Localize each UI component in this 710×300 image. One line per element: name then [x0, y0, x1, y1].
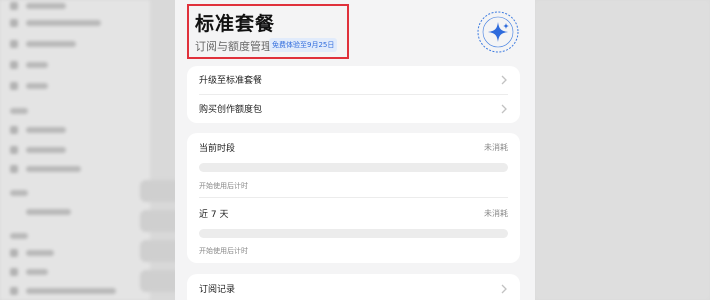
background-sidebar-section — [10, 108, 28, 114]
subscription-records-label: 订阅记录 — [199, 285, 236, 295]
background-card — [140, 270, 180, 292]
background-sidebar-icon — [10, 287, 18, 295]
background-sidebar-item — [26, 269, 48, 275]
background-right-pane — [535, 0, 710, 300]
background-sidebar-icon — [10, 61, 18, 69]
background-sidebar-icon — [10, 19, 18, 27]
background-sidebar-icon — [10, 126, 18, 134]
background-sidebar-icon — [10, 268, 18, 276]
background-sidebar-section — [10, 190, 28, 196]
panel-header: 标准套餐 订阅与额度管理 免费体验至9月25日 — [175, 0, 535, 64]
background-sidebar-item — [26, 127, 66, 133]
subscription-records-row[interactable]: 订阅记录 — [187, 274, 520, 300]
background-sidebar-icon — [10, 82, 18, 90]
background-sidebar-section — [10, 233, 28, 239]
usage-period-label: 当前时段 — [199, 144, 236, 154]
plan-seal-icon — [477, 11, 519, 53]
trial-badge: 免费体验至9月25日 — [269, 38, 338, 52]
background-sidebar-item — [26, 250, 54, 256]
background-sidebar-icon — [10, 249, 18, 257]
plan-subtitle: 订阅与额度管理 — [195, 40, 272, 53]
background-sidebar-icon — [10, 2, 18, 10]
background-sidebar-item — [26, 288, 116, 294]
divider — [199, 197, 508, 198]
background-sidebar-item — [26, 3, 66, 9]
usage-progress-bar — [199, 229, 508, 238]
usage-card: 当前时段 未消耗 开始使用后计时 近 7 天 未消耗 开始使用后计时 — [187, 133, 520, 263]
usage-note: 开始使用后计时 — [199, 182, 248, 190]
usage-note: 开始使用后计时 — [199, 247, 248, 255]
background-sidebar-item — [26, 147, 66, 153]
usage-status: 未消耗 — [484, 209, 508, 218]
menu-card: 升级至标准套餐 购买创作额度包 — [187, 66, 520, 123]
chevron-right-icon — [501, 284, 507, 294]
background-sidebar — [0, 0, 150, 300]
usage-status: 未消耗 — [484, 143, 508, 152]
background-sidebar-item — [26, 83, 48, 89]
background-card — [140, 180, 180, 202]
plan-title: 标准套餐 — [195, 13, 276, 35]
upgrade-plan-row[interactable]: 升级至标准套餐 — [187, 66, 520, 94]
buy-credits-row[interactable]: 购买创作额度包 — [187, 95, 520, 123]
usage-progress-bar — [199, 163, 508, 172]
background-card — [140, 210, 180, 232]
chevron-right-icon — [501, 104, 507, 114]
background-sidebar-item — [26, 166, 81, 172]
background-sidebar-item — [26, 20, 101, 26]
background-card — [140, 240, 180, 262]
buy-credits-label: 购买创作额度包 — [199, 105, 263, 115]
usage-period-label: 近 7 天 — [199, 210, 229, 220]
background-sidebar-icon — [10, 146, 18, 154]
subscription-panel: 标准套餐 订阅与额度管理 免费体验至9月25日 升级至标准套餐 购买创作额度包 … — [175, 0, 535, 300]
records-card: 订阅记录 — [187, 274, 520, 300]
background-sidebar-icon — [10, 40, 18, 48]
upgrade-plan-label: 升级至标准套餐 — [199, 76, 263, 86]
background-sidebar-item — [26, 209, 71, 215]
chevron-right-icon — [501, 75, 507, 85]
background-sidebar-icon — [10, 165, 18, 173]
background-sidebar-item — [26, 62, 48, 68]
background-sidebar-item — [26, 41, 76, 47]
